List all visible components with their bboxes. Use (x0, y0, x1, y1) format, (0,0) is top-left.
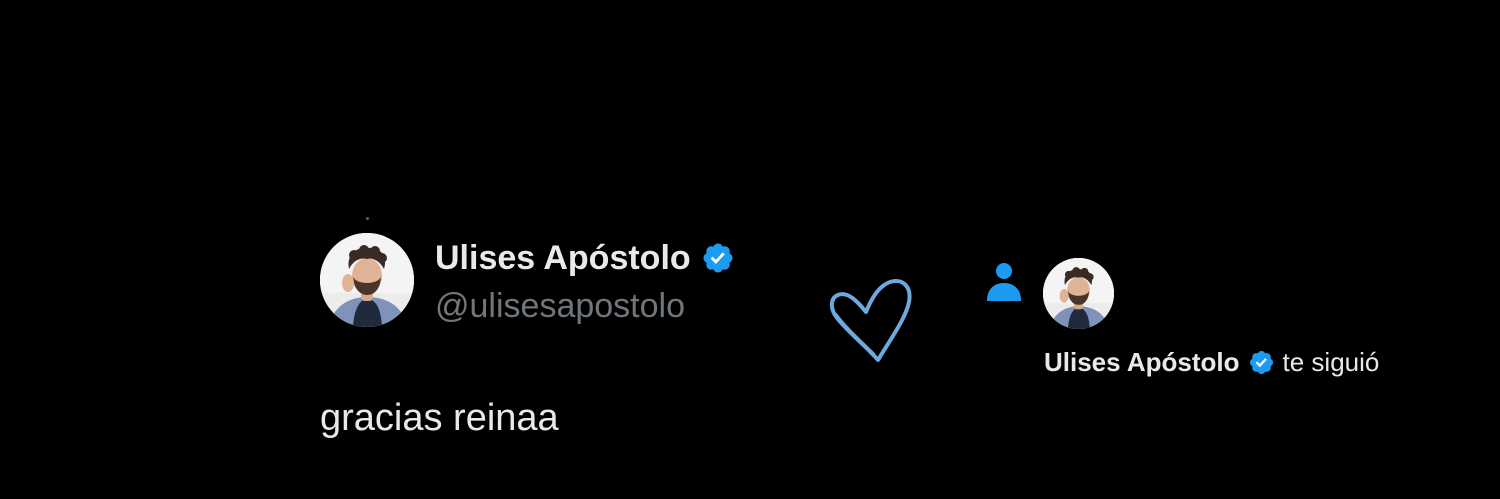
tweet-display-name[interactable]: Ulises Apóstolo (435, 237, 691, 279)
notification-display-name[interactable]: Ulises Apóstolo (1044, 344, 1240, 380)
verified-badge-icon (703, 243, 733, 273)
decorative-dot (366, 217, 369, 220)
tweet-avatar[interactable] (320, 233, 414, 327)
tweet-author-name-row[interactable]: Ulises Apóstolo (435, 237, 735, 279)
person-icon (987, 263, 1021, 301)
heart-outline-icon (829, 279, 912, 362)
tweet-handle[interactable]: @ulisesapostolo (435, 285, 685, 327)
verified-badge-icon (1249, 350, 1273, 374)
tweet-text: gracias reinaa (320, 397, 559, 439)
notification-action-text: te siguió (1282, 347, 1380, 377)
notification-avatar[interactable] (1043, 258, 1114, 329)
follow-notification-text[interactable]: Ulises Apóstolo te siguió (1044, 344, 1379, 380)
